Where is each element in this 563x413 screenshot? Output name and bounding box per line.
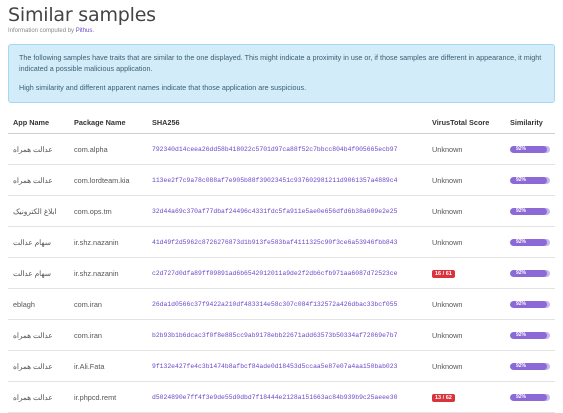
sha256-link[interactable]: c2d727d0dfa89ff09891ad6b6542012011a9de2f… <box>147 257 427 289</box>
package-name-cell: com.lordteam.kia <box>69 164 147 196</box>
table-row: ابلاغ الکترونیک com.ops.tm 32d44a69c370a… <box>8 195 555 227</box>
similarity-value: 92% <box>516 269 527 276</box>
table-header-row: App Name Package Name SHA256 VirusTotal … <box>8 112 555 134</box>
similarity-cell: 92% <box>505 164 555 196</box>
table-row: سهام عدالت ir.shz.nazanin c2d727d0dfa89f… <box>8 257 555 289</box>
virustotal-score: Unknown <box>432 175 463 185</box>
package-name-cell: com.iran <box>69 319 147 351</box>
similarity-bar: 92% <box>510 393 550 401</box>
virustotal-cell: Unknown <box>427 288 505 320</box>
app-name-cell: عدالت همراه <box>8 164 69 196</box>
similarity-value: 92% <box>516 238 527 245</box>
virustotal-score: Unknown <box>432 361 463 371</box>
similarity-value: 92% <box>516 145 527 152</box>
package-name-cell: com.ops.tm <box>69 195 147 227</box>
computed-by-note: Information computed by Pithus. <box>8 28 555 34</box>
app-name-cell: سهام عدالت <box>8 257 69 289</box>
header-package-name: Package Name <box>69 112 147 134</box>
table-row: عدالت همراه com.lordteam.kia 113ee2f7c9a… <box>8 164 555 196</box>
virustotal-score: Unknown <box>432 237 463 247</box>
sha256-link[interactable]: b2b93b1b6dcac3f0f8e885cc9ab9178ebb22671a… <box>147 319 427 351</box>
virustotal-score: Unknown <box>432 144 463 154</box>
sha256-link[interactable]: 32d44a69c370af77dbaf24496c4331fdc5fa911e… <box>147 195 427 227</box>
sha256-link[interactable]: 26da1d0566c37f9422a210df483314e58c307c08… <box>147 288 427 320</box>
similarity-cell: 92% <box>505 133 555 165</box>
similarity-cell: 92% <box>505 226 555 258</box>
info-paragraph-1: The following samples have traits that a… <box>19 53 542 73</box>
header-virustotal: VirusTotal Score <box>427 112 505 134</box>
package-name-cell: com.iran <box>69 288 147 320</box>
similarity-value: 92% <box>516 362 527 369</box>
info-paragraph-2: High similarity and different apparent n… <box>19 83 307 92</box>
similarity-bar: 92% <box>510 269 550 277</box>
similarity-cell: 92% <box>505 288 555 320</box>
pithus-link[interactable]: Pithus. <box>76 28 94 34</box>
similarity-value: 92% <box>516 331 527 338</box>
table-row: عدالت همراه ir.Ali.Fata 9f132e427fe4c3b1… <box>8 350 555 382</box>
app-name-cell: ابلاغ الکترونیک <box>8 195 69 227</box>
similarity-bar: 92% <box>510 207 550 215</box>
sha256-link[interactable]: 41d49f2d5962c8726276873d1b913fe583baf411… <box>147 226 427 258</box>
package-name-cell: com.alpha <box>69 133 147 165</box>
package-name-cell: ir.shz.nazanin <box>69 257 147 289</box>
virustotal-cell: Unknown <box>427 226 505 258</box>
virustotal-cell: 16 / 61 <box>427 257 505 289</box>
similar-samples-panel: Similar samples Information computed by … <box>0 0 563 413</box>
table-row: سهام عدالت ir.shz.nazanin 41d49f2d5962c8… <box>8 226 555 258</box>
app-name-cell: سهام عدالت <box>8 226 69 258</box>
virustotal-cell: Unknown <box>427 195 505 227</box>
sha256-link[interactable]: 113ee2f7c9a78c088af7e905b88f39023451c937… <box>147 164 427 196</box>
page-title: Similar samples <box>8 4 156 26</box>
sha256-link[interactable]: 792340d14ceea26dd58b418022c5701d97ca88f5… <box>147 133 427 165</box>
virustotal-badge[interactable]: 16 / 61 <box>432 270 455 278</box>
similarity-value: 92% <box>516 393 527 400</box>
app-name-cell: عدالت همراه <box>8 133 69 165</box>
similarity-cell: 92% <box>505 319 555 351</box>
similar-samples-table: App Name Package Name SHA256 VirusTotal … <box>8 112 555 413</box>
table-row: عدالت همراه com.iran b2b93b1b6dcac3f0f8e… <box>8 319 555 351</box>
similarity-bar: 92% <box>510 362 550 370</box>
app-name-cell: عدالت همراه <box>8 319 69 351</box>
similarity-cell: 92% <box>505 350 555 382</box>
similarity-bar: 92% <box>510 300 550 308</box>
similarity-bar: 92% <box>510 331 550 339</box>
header-similarity: Similarity <box>505 112 555 134</box>
virustotal-badge[interactable]: 13 / 62 <box>432 394 455 402</box>
virustotal-score: Unknown <box>432 299 463 309</box>
similarity-value: 92% <box>516 300 527 307</box>
similarity-bar: 92% <box>510 145 550 153</box>
package-name-cell: ir.shz.nazanin <box>69 226 147 258</box>
virustotal-score: Unknown <box>432 206 463 216</box>
computed-prefix: Information computed by <box>8 28 76 34</box>
virustotal-cell: Unknown <box>427 164 505 196</box>
similarity-value: 92% <box>516 207 527 214</box>
header-app-name: App Name <box>8 112 69 134</box>
similarity-cell: 92% <box>505 195 555 227</box>
virustotal-cell: Unknown <box>427 319 505 351</box>
app-name-cell: عدالت همراه <box>8 350 69 382</box>
similarity-cell: 92% <box>505 257 555 289</box>
similarity-bar: 92% <box>510 238 550 246</box>
virustotal-score: Unknown <box>432 330 463 340</box>
table-row: عدالت همراه com.alpha 792340d14ceea26dd5… <box>8 133 555 165</box>
info-alert: The following samples have traits that a… <box>8 44 555 103</box>
virustotal-cell: Unknown <box>427 350 505 382</box>
similarity-value: 92% <box>516 176 527 183</box>
package-name-cell: ir.Ali.Fata <box>69 350 147 382</box>
sha256-link[interactable]: 9f132e427fe4c3b1474b8afbcf84ade0d18453d5… <box>147 350 427 382</box>
header-sha256: SHA256 <box>147 112 427 134</box>
virustotal-cell: Unknown <box>427 133 505 165</box>
app-name-cell: eblagh <box>8 288 69 320</box>
similarity-bar: 92% <box>510 176 550 184</box>
table-row: eblagh com.iran 26da1d0566c37f9422a210df… <box>8 288 555 320</box>
